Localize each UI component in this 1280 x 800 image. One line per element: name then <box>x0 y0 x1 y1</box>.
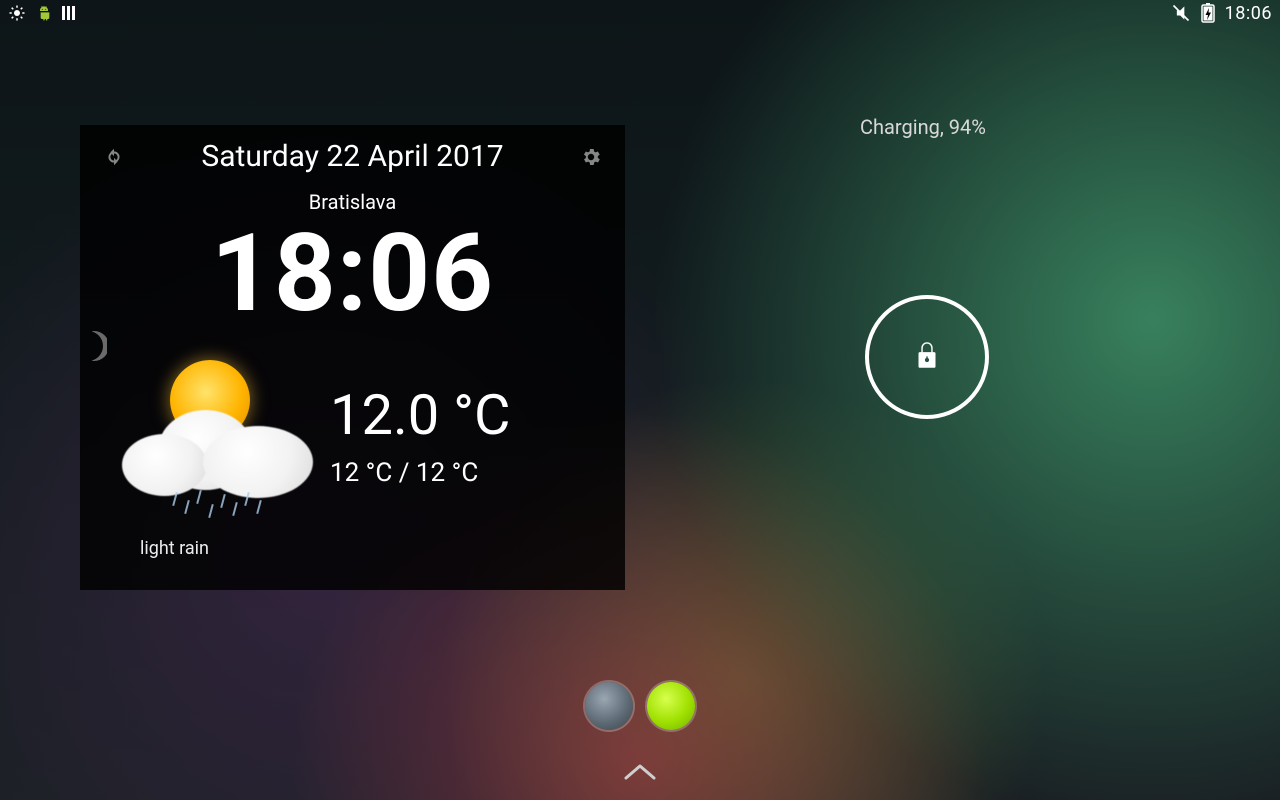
weather-row: 12.0 °C 12 °C / 12 °C <box>100 340 605 530</box>
status-time: 18:06 <box>1225 3 1272 24</box>
android-icon <box>36 5 52 21</box>
status-right: 18:06 <box>1171 3 1272 24</box>
user-avatar-1[interactable] <box>585 682 633 730</box>
weather-condition-icon <box>100 340 320 530</box>
brightness-icon <box>8 4 26 22</box>
weather-clock-widget[interactable]: Saturday 22 April 2017 Bratislava 18:06 … <box>80 125 625 590</box>
status-left <box>8 4 75 22</box>
charging-status: Charging, 94% <box>860 115 986 139</box>
widget-topbar: Saturday 22 April 2017 <box>100 139 605 174</box>
unlock-ring[interactable] <box>865 295 989 419</box>
chevron-up-icon[interactable] <box>622 762 658 786</box>
settings-button[interactable] <box>577 143 605 171</box>
status-bar: 18:06 <box>0 0 1280 26</box>
lock-icon <box>910 338 944 376</box>
widget-clock: 18:06 <box>100 212 605 336</box>
vibrate-mute-icon <box>1171 3 1191 23</box>
temperature-range: 12 °C / 12 °C <box>330 458 510 488</box>
weather-description: light rain <box>140 538 605 559</box>
user-switcher <box>585 682 695 730</box>
battery-charging-icon <box>1201 3 1215 23</box>
bars-icon <box>62 6 75 20</box>
temperature-current: 12.0 °C <box>330 382 510 448</box>
weather-text: 12.0 °C 12 °C / 12 °C <box>330 382 510 488</box>
widget-date: Saturday 22 April 2017 <box>128 139 577 174</box>
refresh-button[interactable] <box>100 143 128 171</box>
user-avatar-2[interactable] <box>647 682 695 730</box>
